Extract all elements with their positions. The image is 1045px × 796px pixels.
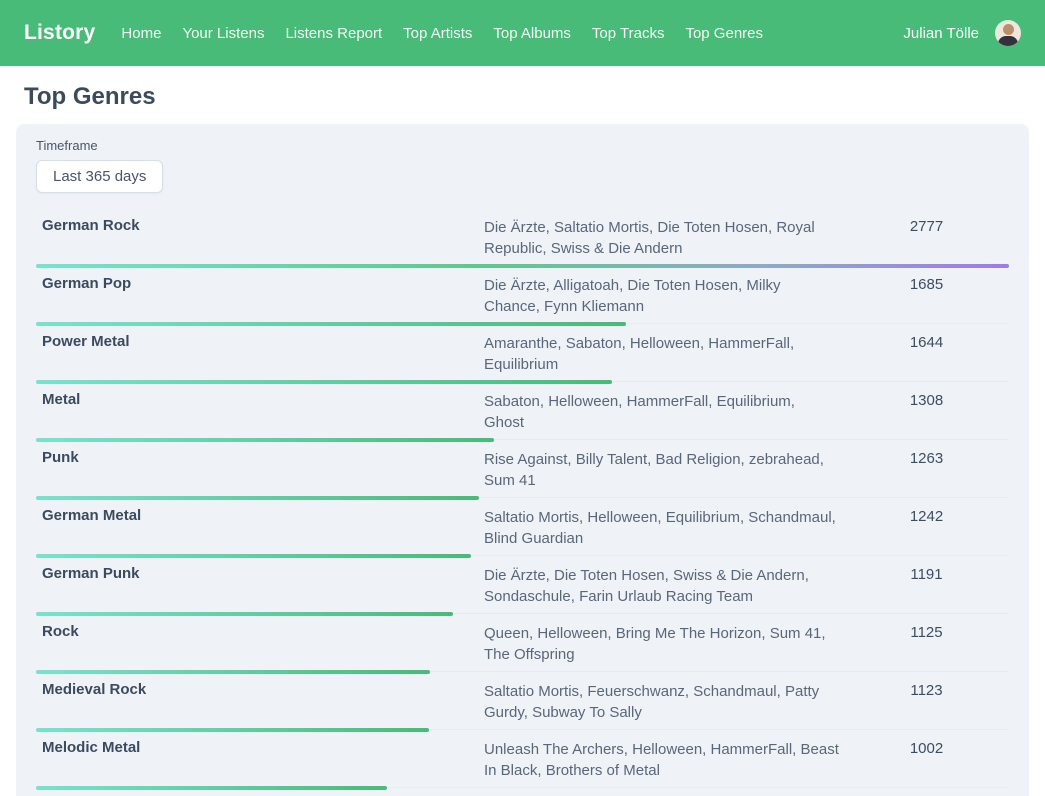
page-title: Top Genres [24,83,1045,111]
nav-item-home[interactable]: Home [121,25,161,42]
genre-row: German Rock Die Ärzte, Saltatio Mortis, … [36,210,1009,268]
nav-item-your-listens[interactable]: Your Listens [182,25,264,42]
genre-table: German Rock Die Ärzte, Saltatio Mortis, … [36,210,1009,796]
genre-name: German Metal [36,507,484,549]
genre-name: Rock [36,623,484,665]
genre-count: 1002 [844,739,1009,781]
genre-count: 1644 [844,333,1009,375]
genre-artists: Unleash The Archers, Helloween, HammerFa… [484,739,839,781]
main-nav: Home Your Listens Listens Report Top Artist… [121,25,763,42]
genre-row: Metal Sabaton, Helloween, HammerFall, Eq… [36,384,1009,442]
genre-row: Rock Queen, Helloween, Bring Me The Hori… [36,616,1009,674]
genre-count: 1125 [844,623,1009,665]
timeframe-label: Timeframe [36,138,1009,153]
app-logo[interactable]: Listory [24,21,95,45]
genre-count: 1242 [844,507,1009,549]
genres-card: Timeframe Last 365 days German Rock Die … [16,124,1029,796]
genre-row: German Indie Bukahara, Käptn Peng, KYTES… [36,790,1009,796]
genre-row: Power Metal Amaranthe, Sabaton, Hellowee… [36,326,1009,384]
genre-row: German Metal Saltatio Mortis, Helloween,… [36,500,1009,558]
genre-artists: Die Ärzte, Alligatoah, Die Toten Hosen, … [484,275,839,317]
genre-name: Punk [36,449,484,491]
genre-name: Power Metal [36,333,484,375]
genre-count: 1263 [844,449,1009,491]
genre-row: Melodic Metal Unleash The Archers, Hello… [36,732,1009,790]
genre-row: Medieval Rock Saltatio Mortis, Feuerschw… [36,674,1009,732]
genre-count: 1685 [844,275,1009,317]
nav-item-top-artists[interactable]: Top Artists [403,25,472,42]
user-name[interactable]: Julian Tölle [903,25,979,42]
genre-count: 2777 [844,217,1009,259]
timeframe-select[interactable]: Last 365 days [36,160,163,193]
genre-artists: Queen, Helloween, Bring Me The Horizon, … [484,623,839,665]
genre-artists: Sabaton, Helloween, HammerFall, Equilibr… [484,391,839,433]
genre-row: German Punk Die Ärzte, Die Toten Hosen, … [36,558,1009,616]
genre-name: Metal [36,391,484,433]
genre-row: German Pop Die Ärzte, Alligatoah, Die To… [36,268,1009,326]
genre-count: 1123 [844,681,1009,723]
genre-artists: Saltatio Mortis, Helloween, Equilibrium,… [484,507,839,549]
nav-item-top-albums[interactable]: Top Albums [493,25,571,42]
genre-name: German Pop [36,275,484,317]
genre-count: 1308 [844,391,1009,433]
nav-item-top-genres[interactable]: Top Genres [685,25,763,42]
genre-row: Punk Rise Against, Billy Talent, Bad Rel… [36,442,1009,500]
main-content: Top Genres Timeframe Last 365 days Germa… [0,83,1045,796]
navbar: Listory Home Your Listens Listens Report To… [0,0,1045,66]
user-avatar[interactable] [995,20,1021,46]
genre-artists: Die Ärzte, Saltatio Mortis, Die Toten Ho… [484,217,839,259]
genre-artists: Rise Against, Billy Talent, Bad Religion… [484,449,839,491]
genre-artists: Saltatio Mortis, Feuerschwanz, Schandmau… [484,681,839,723]
genre-artists: Amaranthe, Sabaton, Helloween, HammerFal… [484,333,839,375]
nav-item-top-tracks[interactable]: Top Tracks [592,25,665,42]
genre-artists: Die Ärzte, Die Toten Hosen, Swiss & Die … [484,565,839,607]
genre-name: German Punk [36,565,484,607]
nav-item-listens-report[interactable]: Listens Report [285,25,382,42]
genre-name: German Rock [36,217,484,259]
genre-name: Medieval Rock [36,681,484,723]
genre-count: 1191 [844,565,1009,607]
genre-name: Melodic Metal [36,739,484,781]
